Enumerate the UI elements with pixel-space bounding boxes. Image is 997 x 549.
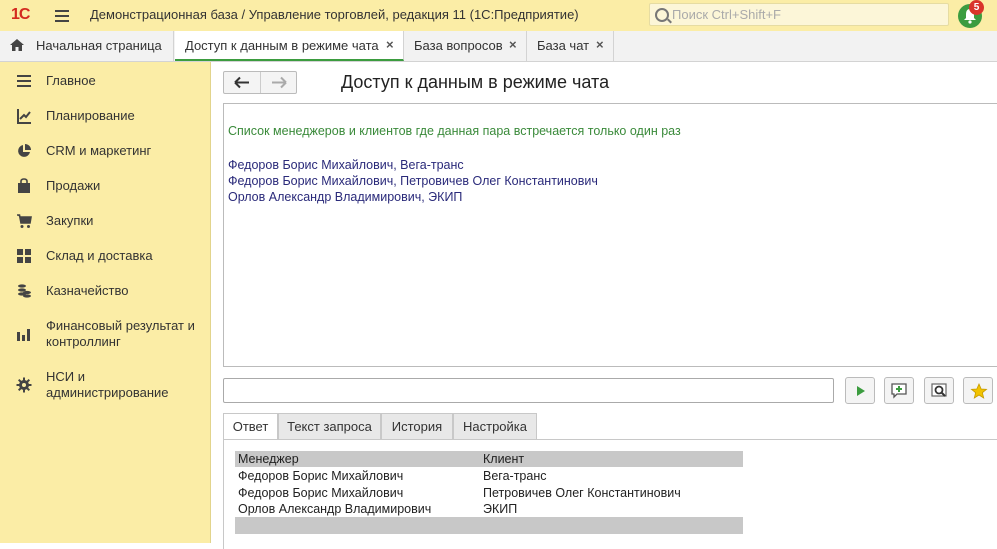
tab-chat-base[interactable]: База чат × xyxy=(528,31,614,61)
sidebar-item-purchases[interactable]: Закупки xyxy=(0,212,210,230)
hamburger-menu-icon[interactable] xyxy=(55,8,69,22)
column-header-manager: Менеджер xyxy=(238,452,299,466)
tab-questions-base-label: База вопросов xyxy=(414,38,503,53)
search-icon xyxy=(655,8,669,22)
message-input[interactable] xyxy=(223,378,834,403)
sidebar-item-sales[interactable]: Продажи xyxy=(0,177,210,195)
search-box[interactable] xyxy=(649,3,949,26)
tab-answer[interactable]: Ответ xyxy=(223,413,278,440)
app-logo[interactable]: 1С xyxy=(11,6,30,24)
sidebar-item-finance[interactable]: Финансовый результат и контроллинг xyxy=(0,317,210,351)
search-query-button[interactable] xyxy=(924,377,954,404)
magnifier-icon xyxy=(931,383,947,397)
arrow-left-icon xyxy=(234,76,249,89)
send-button[interactable] xyxy=(845,377,875,404)
sidebar: Главное Планирование CRM и маркетинг Про… xyxy=(0,62,211,543)
chat-line: Орлов Александр Владимирович, ЭКИП xyxy=(228,190,463,204)
star-icon xyxy=(970,383,988,399)
table-footer xyxy=(235,517,743,534)
sidebar-item-treasury[interactable]: Казначейство xyxy=(0,282,210,300)
sidebar-item-label: Закупки xyxy=(46,213,94,228)
sidebar-item-planning[interactable]: Планирование xyxy=(0,107,210,125)
tab-chat-access[interactable]: Доступ к данным в режиме чата × xyxy=(175,31,404,61)
tabs-bar: Начальная страница Доступ к данным в реж… xyxy=(0,31,997,62)
tab-history[interactable]: История xyxy=(381,413,453,440)
sidebar-item-label: НСИ и администрирование xyxy=(46,369,169,400)
planning-icon xyxy=(17,109,31,124)
menu-lines-icon xyxy=(17,75,31,87)
sidebar-item-label: Казначейство xyxy=(46,283,129,298)
tab-query-text[interactable]: Текст запроса xyxy=(278,413,381,440)
table-cell[interactable]: Петровичев Олег Константинович xyxy=(483,485,681,501)
tab-chat-base-label: База чат xyxy=(537,38,590,53)
tab-chat-access-label: Доступ к данным в режиме чата xyxy=(185,38,379,53)
back-button[interactable] xyxy=(224,72,261,93)
chat-line: Федоров Борис Михайлович, Петровичев Оле… xyxy=(228,174,598,188)
table-cell[interactable]: Вега-транс xyxy=(483,468,546,484)
tab-home[interactable]: Начальная страница xyxy=(0,31,174,61)
history-nav xyxy=(223,71,297,94)
tab-questions-base[interactable]: База вопросов × xyxy=(405,31,527,61)
sidebar-item-label: Склад и доставка xyxy=(46,248,153,263)
table-cell[interactable]: Орлов Александр Владимирович xyxy=(238,501,431,517)
table-cell[interactable]: Федоров Борис Михайлович xyxy=(238,468,403,484)
tab-questions-base-close-icon[interactable]: × xyxy=(509,37,517,52)
sidebar-item-label: Планирование xyxy=(46,108,135,123)
forward-button[interactable] xyxy=(261,72,297,93)
search-input[interactable] xyxy=(672,6,942,23)
arrow-right-icon xyxy=(272,76,287,89)
page-title: Доступ к данным в режиме чата xyxy=(341,72,610,92)
notifications-badge: 5 xyxy=(969,0,984,15)
tab-chat-access-close-icon[interactable]: × xyxy=(386,37,394,52)
bag-icon xyxy=(18,178,30,193)
coins-icon xyxy=(18,284,31,298)
gear-icon xyxy=(16,377,32,393)
favorites-button[interactable] xyxy=(963,377,993,404)
new-chat-button[interactable] xyxy=(884,377,914,404)
chat-heading: Список менеджеров и клиентов где данная … xyxy=(228,124,681,138)
sidebar-item-label: Продажи xyxy=(46,178,101,193)
sidebar-item-warehouse[interactable]: Склад и доставка xyxy=(0,247,210,265)
sidebar-item-admin[interactable]: НСИ и администрирование xyxy=(0,368,210,402)
tab-chat-base-close-icon[interactable]: × xyxy=(596,37,604,52)
sidebar-item-crm[interactable]: CRM и маркетинг xyxy=(0,142,210,160)
pie-chart-icon xyxy=(18,144,31,157)
top-bar: 1С Демонстрационная база / Управление то… xyxy=(0,0,997,32)
sidebar-item-main[interactable]: Главное xyxy=(0,72,210,90)
table-cell[interactable]: Федоров Борис Михайлович xyxy=(238,485,403,501)
cart-icon xyxy=(17,214,32,228)
column-header-client: Клиент xyxy=(483,452,525,466)
table-cell[interactable]: ЭКИП xyxy=(483,501,517,517)
play-icon xyxy=(857,386,865,396)
sidebar-item-label: Финансовый результат и контроллинг xyxy=(46,318,195,349)
bar-chart-icon xyxy=(17,329,30,341)
add-comment-icon xyxy=(891,383,907,399)
home-icon xyxy=(10,39,24,51)
chat-line: Федоров Борис Михайлович, Вега-транс xyxy=(228,158,464,172)
chat-output[interactable]: Список менеджеров и клиентов где данная … xyxy=(223,103,997,367)
app-title: Демонстрационная база / Управление торго… xyxy=(90,7,579,22)
sidebar-item-label: CRM и маркетинг xyxy=(46,143,152,158)
tab-settings[interactable]: Настройка xyxy=(453,413,537,440)
tab-home-label: Начальная страница xyxy=(36,38,162,53)
warehouse-icon xyxy=(17,249,31,263)
sidebar-item-label: Главное xyxy=(46,73,96,88)
